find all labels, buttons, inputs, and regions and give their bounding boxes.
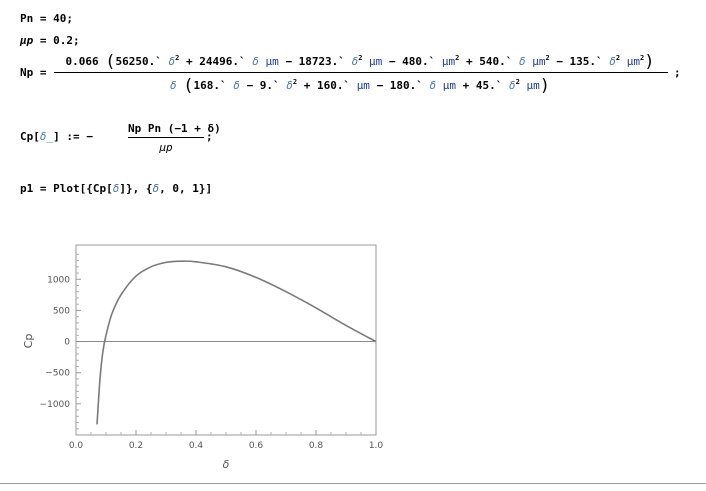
np-label-text: Np = [20, 66, 47, 79]
np-den-t5: − 180.` [369, 79, 430, 92]
np-fraction-bar [54, 72, 668, 73]
x-tick-label: 0.6 [249, 441, 264, 451]
plot-x-label: δ [223, 458, 230, 471]
cp-def-numerator[interactable]: Np Pn (−1 + δ) [128, 122, 221, 135]
delta-symbol: δ [518, 55, 526, 68]
mum-symbol: μm [525, 55, 546, 68]
np-den-t3: + 160.` [297, 79, 357, 92]
cp-def-den-text: μp [159, 141, 173, 154]
semicolon-text: ; [206, 130, 213, 143]
cp-def-pattern: δ_ [39, 130, 54, 143]
cp-def-head: Cp[ [20, 130, 40, 143]
cp-def-semicolon: ; [206, 130, 213, 143]
input-line-pn[interactable]: Pn = 40; [20, 12, 73, 25]
mum-symbol: μm [258, 55, 279, 68]
input-line-mup[interactable]: μp = 0.2; [20, 34, 80, 47]
np-denominator[interactable]: δ (168.` δ − 9.` δ2 + 160.` μm − 180.` δ… [52, 76, 668, 96]
mup-value: = 0.2; [33, 34, 80, 47]
y-tick-label: 0 [64, 338, 70, 348]
y-tick-label: −500 [45, 369, 70, 379]
np-num-t8: + 540.` [459, 55, 519, 68]
plot-ticks: 0.0 0.2 0.4 0.6 0.8 1.0 −1000 −500 0 500 1000 [40, 253, 384, 451]
plot-curve [96, 260, 377, 425]
plot-y-label: Cp [22, 334, 35, 349]
np-label: Np = [20, 66, 47, 79]
y-tick-label: 500 [53, 306, 70, 316]
cp-def-fraction-bar [128, 137, 204, 138]
np-num-coef: 0.066 [65, 55, 99, 68]
y-tick-label: 1000 [47, 275, 70, 285]
plot-frame [75, 244, 377, 436]
mum-symbol: μm [436, 79, 457, 92]
plot-cmd-part1: p1 = Plot[{Cp[ [20, 182, 113, 195]
delta-symbol: δ [609, 55, 616, 68]
pn-assignment: Pn = 40; [20, 12, 73, 25]
mum-symbol: μm [362, 55, 383, 68]
np-num-t4: − 18723.` [278, 55, 352, 68]
plot-command[interactable]: p1 = Plot[{Cp[δ]}, {δ, 0, 1}] [20, 182, 212, 195]
x-tick-label: 1.0 [369, 441, 384, 451]
delta-symbol: δ [509, 79, 516, 92]
plot-cmd-part2: ]}, { [119, 182, 153, 195]
np-den-t1: 168.` [193, 79, 234, 92]
mum-symbol: μm [620, 55, 641, 68]
mum-symbol: μm [519, 79, 540, 92]
np-num-t1: 56250.` [115, 55, 169, 68]
np-den-t7: + 45.` [456, 79, 510, 92]
semicolon-text: ; [674, 66, 681, 79]
cp-definition-lhs[interactable]: Cp[δ_] := − [20, 130, 93, 143]
cp-def-denominator[interactable]: μp [128, 141, 204, 154]
delta-symbol: δ [252, 55, 259, 68]
cell-divider [0, 483, 706, 484]
np-num-t10: − 135.` [549, 55, 610, 68]
delta-symbol: δ [170, 79, 177, 92]
delta-symbol: δ [233, 79, 240, 92]
np-num-t2: + 24496.` [179, 55, 253, 68]
x-tick-label: 0.2 [129, 441, 143, 451]
mup-symbol: μp [20, 34, 34, 47]
delta-symbol: δ [286, 79, 293, 92]
mum-symbol: μm [356, 79, 370, 92]
x-tick-label: 0.8 [309, 441, 324, 451]
plot-cmd-part3: , 0, 1}] [159, 182, 213, 195]
np-den-t2: − 9.` [239, 79, 287, 92]
np-num-t6: − 480.` [382, 55, 442, 68]
x-tick-label: 0.0 [69, 441, 84, 451]
np-numerator[interactable]: 0.066 (56250.` δ2 + 24496.` δ μm − 18723… [52, 52, 668, 72]
np-semicolon: ; [674, 66, 681, 79]
plot-output[interactable]: 0.0 0.2 0.4 0.6 0.8 1.0 −1000 −500 0 500 1000 Cp δ [18, 238, 388, 478]
cp-def-assign: ] := − [53, 130, 93, 143]
y-tick-label: −1000 [40, 400, 71, 410]
x-tick-label: 0.4 [189, 441, 204, 451]
mum-symbol: μm [441, 55, 456, 68]
